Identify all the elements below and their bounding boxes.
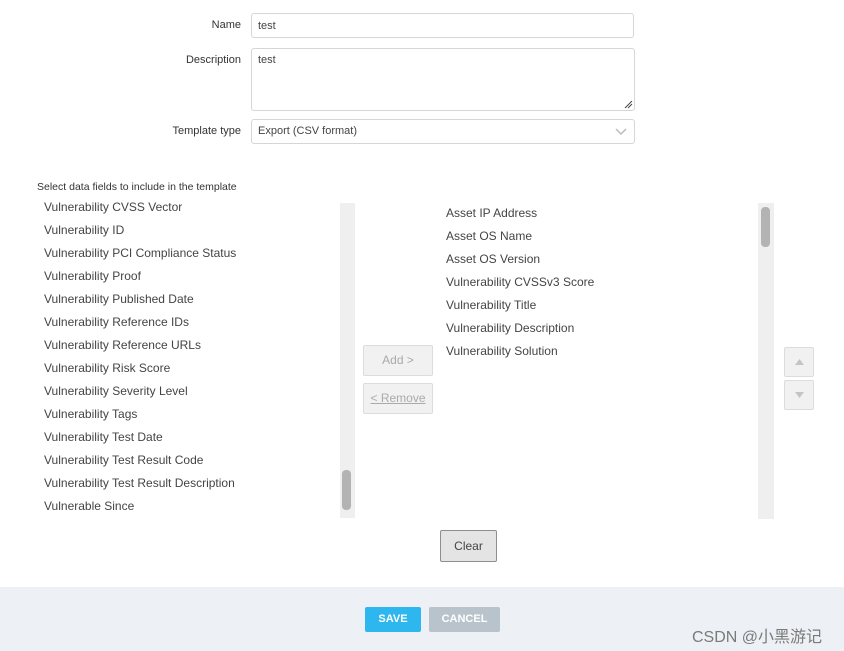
selected-fields-scrollbar[interactable] [758, 203, 774, 519]
add-button[interactable]: Add > [363, 345, 433, 376]
footer-bar: SAVE CANCEL CSDN @小黑游记 [0, 587, 844, 651]
triangle-down-icon [795, 392, 804, 398]
available-fields-scrollbar[interactable] [340, 203, 355, 518]
selected-fields-list[interactable]: Asset IP Address Asset OS Name Asset OS Ve… [440, 202, 756, 518]
list-item[interactable]: Vulnerability Test Date [44, 426, 340, 449]
list-item[interactable]: Vulnerability Severity Level [44, 380, 340, 403]
list-item[interactable]: Vulnerability Proof [44, 265, 340, 288]
move-down-button[interactable] [784, 380, 814, 410]
list-item[interactable]: Vulnerable Since [44, 495, 340, 518]
template-type-select[interactable]: Export (CSV format) [251, 119, 635, 144]
selected-fields-scroll-thumb[interactable] [761, 207, 770, 247]
list-item[interactable]: Vulnerability Test Result Code [44, 449, 340, 472]
list-item[interactable]: Vulnerability ID [44, 219, 340, 242]
report-template-editor: Name Description Template type Export (C… [0, 0, 844, 651]
list-item[interactable]: Vulnerability Test Result Description [44, 472, 340, 495]
template-type-label: Template type [172, 125, 241, 137]
list-item[interactable]: Vulnerability Risk Score [44, 357, 340, 380]
available-fields-scroll-thumb[interactable] [342, 470, 351, 510]
description-textarea[interactable] [251, 48, 635, 111]
list-item[interactable]: Vulnerability Title [446, 294, 756, 317]
list-item[interactable]: Vulnerability Published Date [44, 288, 340, 311]
list-item[interactable]: Asset OS Name [446, 225, 756, 248]
move-up-button[interactable] [784, 347, 814, 377]
name-input[interactable] [251, 13, 634, 38]
list-item[interactable]: Vulnerability Solution [446, 340, 756, 363]
clear-button[interactable]: Clear [440, 530, 497, 562]
chevron-down-icon [615, 128, 627, 136]
list-item[interactable]: Vulnerability PCI Compliance Status [44, 242, 340, 265]
list-item[interactable]: Asset IP Address [446, 202, 756, 225]
list-item[interactable]: Vulnerability Description [446, 317, 756, 340]
remove-button[interactable]: < Remove [363, 383, 433, 414]
list-item[interactable]: Vulnerability Reference IDs [44, 311, 340, 334]
list-item[interactable]: Vulnerability Reference URLs [44, 334, 340, 357]
resize-grip-icon[interactable] [623, 99, 633, 109]
name-label: Name [211, 19, 241, 31]
triangle-up-icon [795, 359, 804, 365]
description-label: Description [185, 54, 241, 66]
watermark: CSDN @小黑游记 [692, 629, 823, 646]
template-type-value: Export (CSV format) [258, 125, 358, 137]
list-item[interactable]: Vulnerability CVSS Vector [44, 196, 340, 219]
save-button[interactable]: SAVE [365, 607, 421, 632]
available-fields-list[interactable]: Vulnerability CVSS Vector Vulnerability I… [37, 196, 340, 518]
list-item[interactable]: Vulnerability CVSSv3 Score [446, 271, 756, 294]
cancel-button[interactable]: CANCEL [429, 607, 500, 632]
fields-section-label: Select data fields to include in the tem… [37, 181, 237, 193]
list-item[interactable]: Vulnerability Tags [44, 403, 340, 426]
list-item[interactable]: Asset OS Version [446, 248, 756, 271]
description-wrapper [251, 48, 635, 111]
